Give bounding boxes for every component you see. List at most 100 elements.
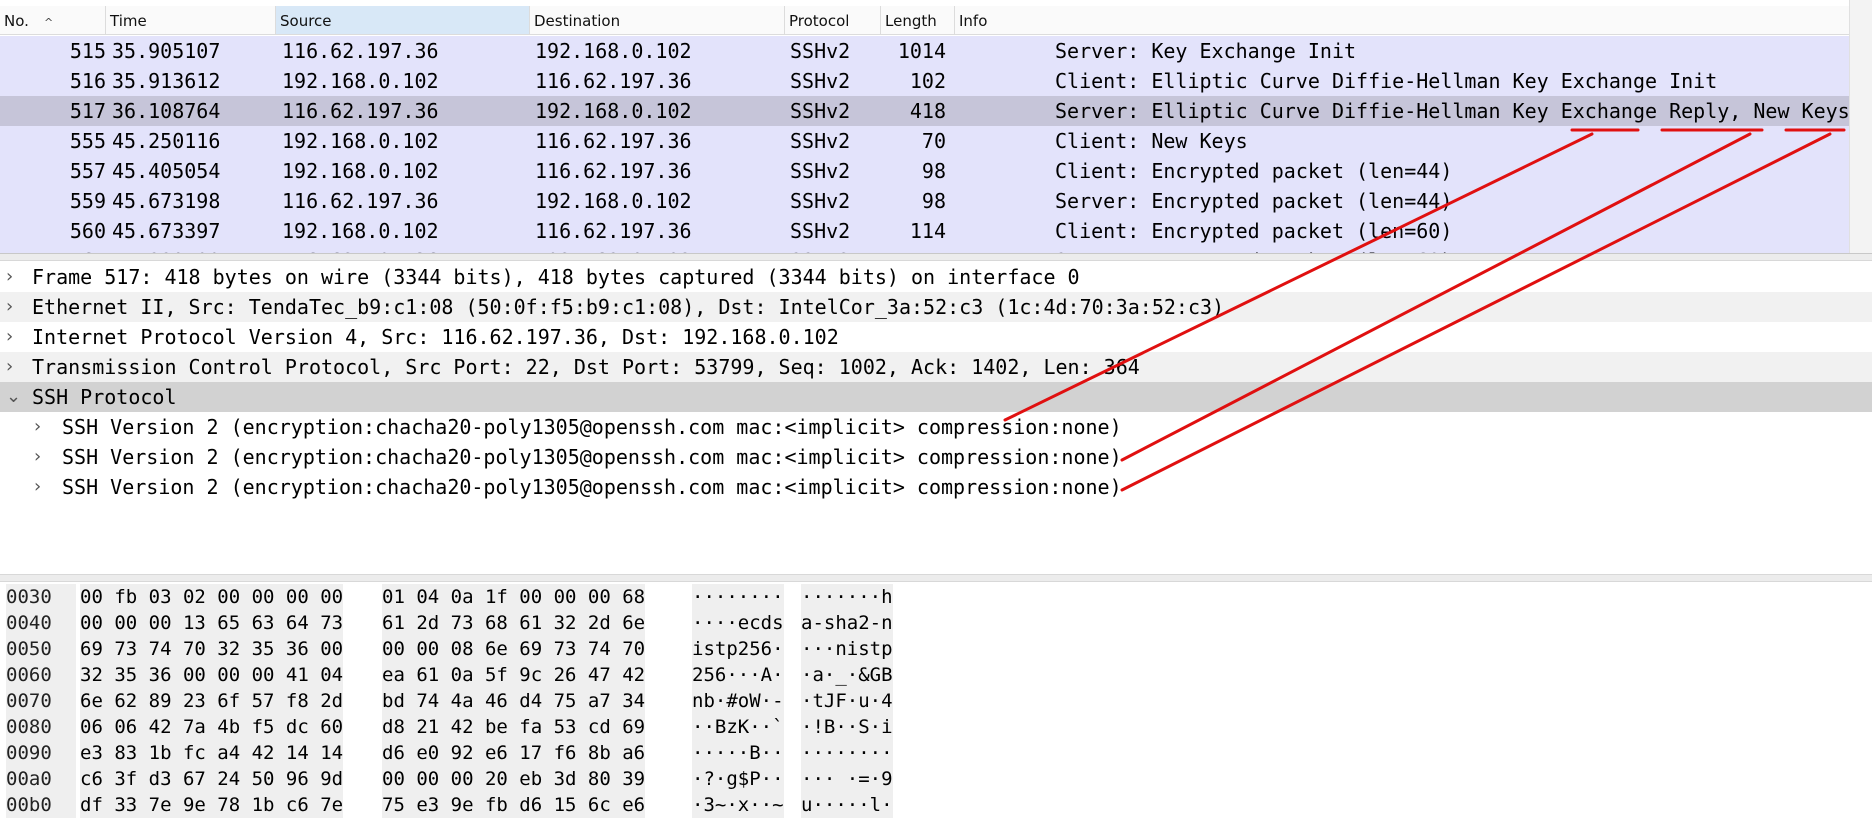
packet-list-scrollbar[interactable] (1849, 0, 1872, 253)
expand-arrow-icon[interactable]: › (6, 352, 13, 382)
hex-bytes-group[interactable]: 61 2d 73 68 61 32 2d 6e (382, 610, 646, 636)
detail-text: Internet Protocol Version 4, Src: 116.62… (32, 325, 839, 349)
packet-no-cell: 561 (62, 246, 106, 253)
packet-protocol-cell: SSHv2 (790, 159, 851, 183)
detail-subtree-row[interactable]: › SSH Version 2 (encryption:chacha20-poly… (0, 412, 1872, 442)
hex-bytes-group[interactable]: 32 35 36 00 00 00 41 04 (80, 662, 344, 688)
detail-subtree-row[interactable]: › SSH Version 2 (encryption:chacha20-poly… (0, 442, 1872, 472)
packet-source-cell: 116.62.197.36 (282, 39, 439, 63)
sort-ascending-icon: ^ (44, 16, 54, 29)
column-header-protocol[interactable]: Protocol (785, 6, 881, 34)
ascii-bytes-group[interactable]: ····ecds (692, 610, 784, 636)
detail-text: Ethernet II, Src: TendaTec_b9:c1:08 (50:… (32, 295, 1225, 319)
detail-text: SSH Version 2 (encryption:chacha20-poly1… (62, 415, 1122, 439)
ascii-bytes-group[interactable]: ·3~·x··~ (692, 792, 784, 818)
byte-offset[interactable]: 00a0 (6, 766, 76, 792)
hex-bytes-group[interactable]: c6 3f d3 67 24 50 96 9d (80, 766, 344, 792)
expand-arrow-icon[interactable]: › (6, 322, 13, 352)
packet-destination-cell: 192.168.0.102 (535, 99, 692, 123)
packet-row[interactable]: 561 45.880799 116.62.197.36 192.168.0.102 SS… (0, 246, 1850, 253)
expand-arrow-icon[interactable]: › (34, 442, 41, 472)
byte-offset[interactable]: 0040 (6, 610, 76, 636)
byte-offset[interactable]: 00b0 (6, 792, 76, 818)
hex-bytes-group[interactable]: 69 73 74 70 32 35 36 00 (80, 636, 344, 662)
ascii-bytes-group[interactable]: ·······h (801, 584, 893, 610)
ascii-bytes-group[interactable]: ···nistp (801, 636, 893, 662)
byte-offset[interactable]: 0060 (6, 662, 76, 688)
hex-bytes-group[interactable]: ea 61 0a 5f 9c 26 47 42 (382, 662, 646, 688)
hex-bytes-group[interactable]: d6 e0 92 e6 17 f6 8b a6 (382, 740, 646, 766)
packet-no-cell: 557 (69, 159, 106, 183)
pane-splitter[interactable] (0, 254, 1872, 261)
byte-offset[interactable]: 0080 (6, 714, 76, 740)
ascii-bytes-group[interactable]: u·····l· (801, 792, 893, 818)
detail-text: Frame 517: 418 bytes on wire (3344 bits)… (32, 265, 1080, 289)
detail-tree-row[interactable]: ⌄ SSH Protocol (0, 382, 1872, 412)
packet-destination-cell: 116.62.197.36 (535, 69, 692, 93)
packet-row[interactable]: 559 45.673198 116.62.197.36 192.168.0.102 SS… (0, 186, 1850, 216)
column-header-time[interactable]: Time (106, 6, 276, 34)
ascii-bytes-group[interactable]: ·tJF·u·4 (801, 688, 893, 714)
hex-bytes-group[interactable]: e3 83 1b fc a4 42 14 14 (80, 740, 344, 766)
ascii-bytes-group[interactable]: ·!B··S·i (801, 714, 893, 740)
packet-source-cell: 116.62.197.36 (282, 189, 439, 213)
packet-row[interactable]: 560 45.673397 192.168.0.102 116.62.197.36 SS… (0, 216, 1850, 246)
ascii-bytes-group[interactable]: ·a·_·&GB (801, 662, 893, 688)
detail-tree-row[interactable]: › Frame 517: 418 bytes on wire (3344 bits… (0, 262, 1872, 292)
packet-details-tree[interactable]: › Frame 517: 418 bytes on wire (3344 bits… (0, 262, 1872, 572)
packet-row[interactable]: 517 36.108764 116.62.197.36 192.168.0.102 SS… (0, 96, 1862, 126)
expand-arrow-icon[interactable]: › (34, 472, 41, 502)
packet-destination-cell: 192.168.0.102 (535, 246, 692, 253)
detail-tree-row[interactable]: › Internet Protocol Version 4, Src: 116.6… (0, 322, 1872, 352)
ascii-bytes-group[interactable]: ·?·g$P·· (692, 766, 784, 792)
column-header-destination[interactable]: Destination (530, 6, 785, 34)
hex-bytes-group[interactable]: 06 06 42 7a 4b f5 dc 60 (80, 714, 344, 740)
byte-offset[interactable]: 0070 (6, 688, 76, 714)
ascii-bytes-group[interactable]: 256···A· (692, 662, 784, 688)
ascii-bytes-group[interactable]: istp256· (692, 636, 784, 662)
hex-bytes-group[interactable]: 00 fb 03 02 00 00 00 00 (80, 584, 344, 610)
pane-splitter[interactable] (0, 574, 1872, 582)
ascii-bytes-group[interactable]: ··BzK··` (692, 714, 784, 740)
packet-list[interactable]: ✓ No. ^ Time Source Destination Protocol… (0, 0, 1872, 254)
hex-bytes-group[interactable]: 00 00 08 6e 69 73 74 70 (382, 636, 646, 662)
column-header-length[interactable]: Length (881, 6, 955, 34)
hex-bytes-group[interactable]: 6e 62 89 23 6f 57 f8 2d (80, 688, 344, 714)
expand-arrow-icon[interactable]: › (6, 292, 13, 322)
ascii-bytes-group[interactable]: ········ (692, 584, 784, 610)
hex-bytes-group[interactable]: bd 74 4a 46 d4 75 a7 34 (382, 688, 646, 714)
hex-bytes-group[interactable]: 00 00 00 20 eb 3d 80 39 (382, 766, 646, 792)
ascii-bytes-group[interactable]: ·····B·· (692, 740, 784, 766)
byte-offset[interactable]: 0090 (6, 740, 76, 766)
byte-offset[interactable]: 0050 (6, 636, 76, 662)
hex-bytes-group[interactable]: d8 21 42 be fa 53 cd 69 (382, 714, 646, 740)
detail-tree-row[interactable]: › Transmission Control Protocol, Src Port… (0, 352, 1872, 382)
hex-bytes-group[interactable]: 75 e3 9e fb d6 15 6c e6 (382, 792, 646, 818)
ascii-bytes-group[interactable]: ··· ·=·9 (801, 766, 893, 792)
packet-time-cell: 45.250116 (112, 129, 221, 153)
byte-offset[interactable]: 0030 (6, 584, 76, 610)
ascii-bytes-group[interactable]: ········ (801, 740, 893, 766)
packet-row[interactable]: 555 45.250116 192.168.0.102 116.62.197.36 SS… (0, 126, 1850, 156)
packet-protocol-cell: SSHv2 (790, 219, 851, 243)
hex-bytes-group[interactable]: 00 00 00 13 65 63 64 73 (80, 610, 344, 636)
expand-arrow-icon[interactable]: › (6, 262, 13, 292)
detail-text: SSH Protocol (32, 385, 177, 409)
packet-no-cell: 559 (69, 189, 106, 213)
ascii-bytes-group[interactable]: nb·#oW·- (692, 688, 784, 714)
packet-source-cell: 192.168.0.102 (282, 159, 439, 183)
collapse-arrow-icon[interactable]: ⌄ (6, 382, 21, 412)
hex-bytes-group[interactable]: df 33 7e 9e 78 1b c6 7e (80, 792, 344, 818)
hex-bytes-group[interactable]: 01 04 0a 1f 00 00 00 68 (382, 584, 646, 610)
packet-row[interactable]: 557 45.405054 192.168.0.102 116.62.197.36 SS… (0, 156, 1850, 186)
column-header-no[interactable]: No. ^ (0, 6, 106, 34)
packet-row[interactable]: 516 35.913612 192.168.0.102 116.62.197.36 SS… (0, 66, 1850, 96)
column-header-info[interactable]: Info (955, 6, 1850, 34)
detail-subtree-row[interactable]: › SSH Version 2 (encryption:chacha20-poly… (0, 472, 1872, 502)
column-header-source[interactable]: Source (276, 6, 530, 34)
packet-bytes-pane[interactable]: 0030 00 fb 03 02 00 00 00 00 01 04 0a 1f 0… (0, 584, 1872, 818)
ascii-bytes-group[interactable]: a-sha2-n (801, 610, 893, 636)
detail-tree-row[interactable]: › Ethernet II, Src: TendaTec_b9:c1:08 (50… (0, 292, 1872, 322)
expand-arrow-icon[interactable]: › (34, 412, 41, 442)
packet-row[interactable]: 515 35.905107 116.62.197.36 192.168.0.102 SS… (0, 36, 1850, 66)
